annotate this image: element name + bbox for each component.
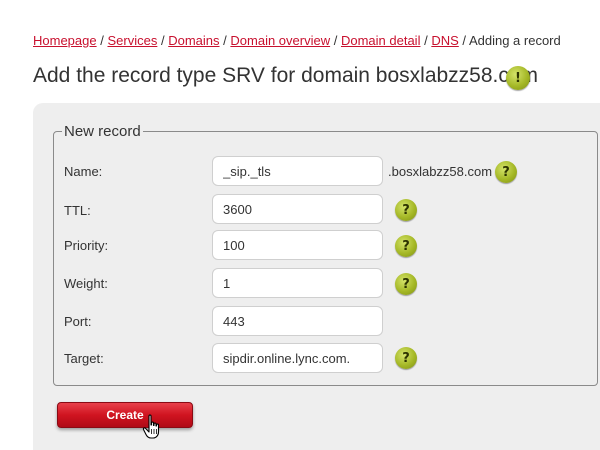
hand-pointer-cursor-icon (142, 414, 160, 439)
priority-help-icon[interactable]: ? (395, 235, 417, 257)
priority-label: Priority: (64, 238, 109, 253)
breadcrumb-current: Adding a record (468, 33, 561, 48)
name-label: Name: (64, 164, 103, 179)
breadcrumb-domains[interactable]: Domains (168, 33, 219, 48)
info-icon[interactable]: ! (506, 66, 530, 90)
domain-suffix: .bosxlabzz58.com (388, 164, 493, 179)
ttl-field[interactable] (212, 194, 383, 224)
breadcrumb-services[interactable]: Services (107, 33, 157, 48)
breadcrumb: Homepage / Services / Domains / Domain o… (33, 33, 561, 48)
target-label: Target: (64, 351, 104, 366)
weight-label: Weight: (64, 276, 108, 291)
breadcrumb-homepage[interactable]: Homepage (33, 33, 97, 48)
ttl-help-icon[interactable]: ? (395, 199, 417, 221)
breadcrumb-separator: / (424, 33, 428, 48)
target-field[interactable] (212, 343, 383, 373)
create-button[interactable]: Create (57, 402, 193, 428)
breadcrumb-separator: / (100, 33, 104, 48)
breadcrumb-dns[interactable]: DNS (431, 33, 458, 48)
port-field[interactable] (212, 306, 383, 336)
breadcrumb-separator: / (223, 33, 227, 48)
priority-field[interactable] (212, 230, 383, 260)
name-field[interactable] (212, 156, 383, 186)
breadcrumb-domain-overview[interactable]: Domain overview (230, 33, 330, 48)
weight-field[interactable] (212, 268, 383, 298)
weight-help-icon[interactable]: ? (395, 273, 417, 295)
name-help-icon[interactable]: ? (495, 161, 517, 183)
page-title: Add the record type SRV for domain bosxl… (33, 64, 539, 87)
target-help-icon[interactable]: ? (395, 347, 417, 369)
ttl-label: TTL: (64, 203, 91, 218)
breadcrumb-separator: / (333, 33, 338, 48)
breadcrumb-separator: / (462, 33, 467, 48)
port-label: Port: (64, 314, 92, 329)
new-record-legend: New record (64, 123, 141, 140)
breadcrumb-separator: / (160, 33, 165, 48)
breadcrumb-domain-detail[interactable]: Domain detail (341, 33, 421, 48)
